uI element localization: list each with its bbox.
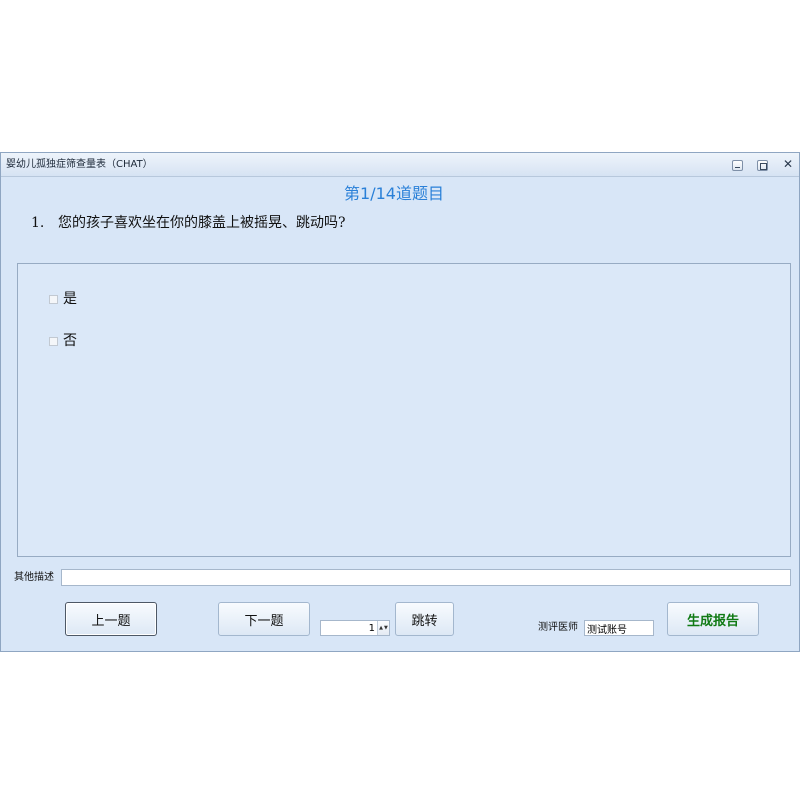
options-panel: 是 否 xyxy=(17,263,791,557)
option-yes-label: 是 xyxy=(63,291,77,307)
title-bar[interactable]: 婴幼儿孤独症筛查量表（CHAT） ✕ xyxy=(1,153,799,177)
option-no[interactable]: 否 xyxy=(49,332,77,350)
option-yes-checkbox[interactable] xyxy=(49,294,58,304)
doctor-label: 测评医师 xyxy=(538,622,578,633)
close-icon[interactable]: ✕ xyxy=(782,158,794,171)
question-text: 1. 您的孩子喜欢坐在你的膝盖上被摇晃、跳动吗? xyxy=(31,214,346,232)
other-description-label: 其他描述 xyxy=(14,572,54,583)
next-question-button[interactable]: 下一题 xyxy=(218,602,310,636)
window-title: 婴幼儿孤独症筛查量表（CHAT） xyxy=(6,159,153,170)
restore-icon[interactable] xyxy=(757,160,768,171)
spin-up-icon[interactable]: ▲ xyxy=(379,625,383,631)
jump-number-input[interactable] xyxy=(321,621,377,635)
doctor-input[interactable] xyxy=(584,620,654,636)
option-no-checkbox[interactable] xyxy=(49,336,58,346)
question-progress: 第1/14道题目 xyxy=(344,184,444,203)
app-window: 婴幼儿孤独症筛查量表（CHAT） ✕ 第1/14道题目 1. 您的孩子喜欢坐在你的… xyxy=(0,152,800,652)
minimize-icon[interactable] xyxy=(732,160,743,171)
option-no-label: 否 xyxy=(63,333,77,349)
generate-report-button[interactable]: 生成报告 xyxy=(667,602,759,636)
jump-button[interactable]: 跳转 xyxy=(395,602,454,636)
previous-question-button[interactable]: 上一题 xyxy=(65,602,157,636)
question-number: 1. xyxy=(31,215,45,231)
spin-down-icon[interactable]: ▼ xyxy=(384,625,388,631)
spin-updown-icon[interactable]: ▲ ▼ xyxy=(377,621,389,635)
other-description-input[interactable] xyxy=(61,569,791,586)
jump-number-stepper[interactable]: ▲ ▼ xyxy=(320,620,390,636)
question-body: 您的孩子喜欢坐在你的膝盖上被摇晃、跳动吗? xyxy=(58,215,346,231)
option-yes[interactable]: 是 xyxy=(49,290,77,308)
